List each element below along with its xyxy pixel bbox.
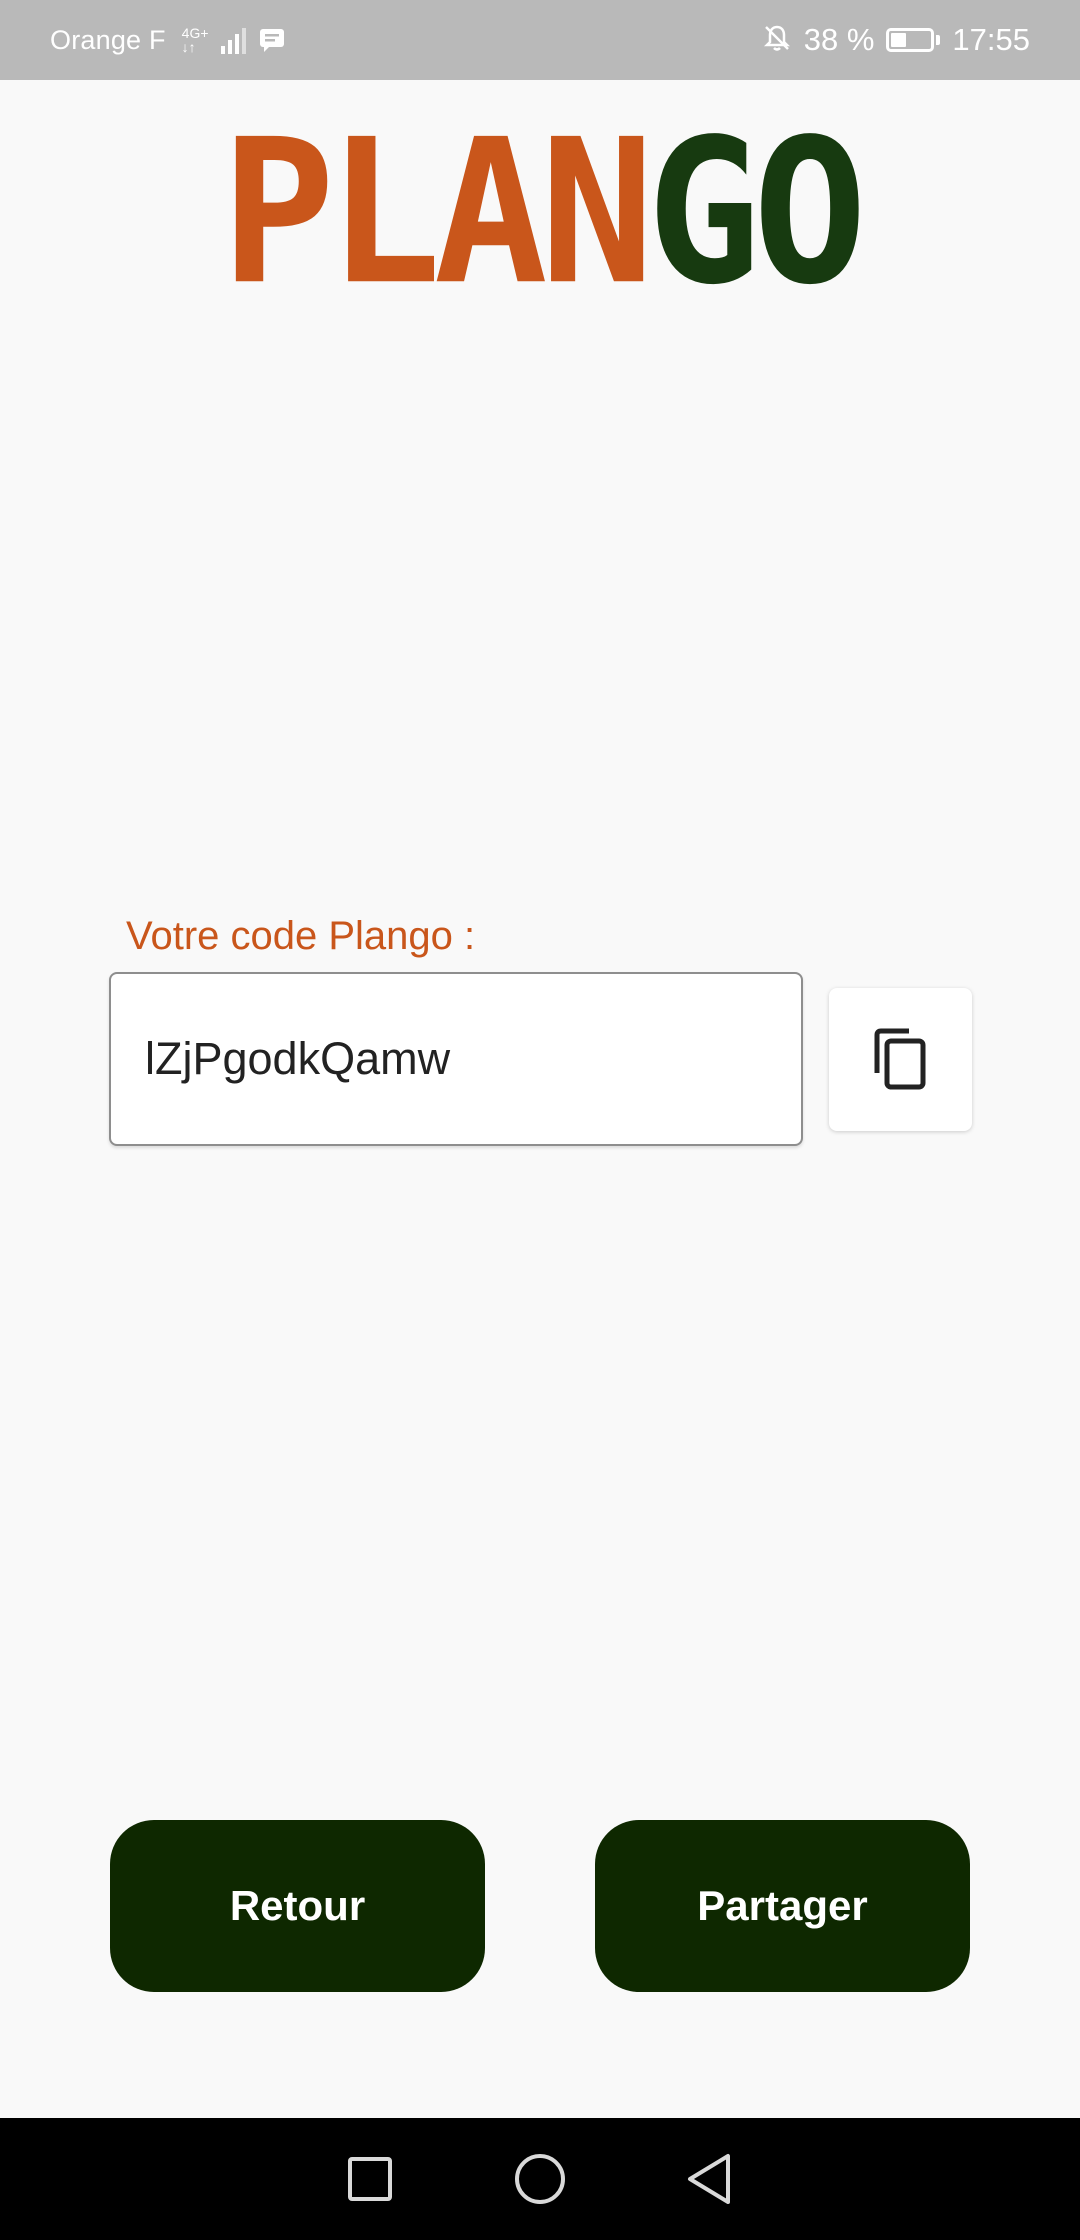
plango-code-screen: Orange F 4G+ ↓↑ 38 % 17:55 PLAN GO Votre… — [0, 0, 1080, 2240]
battery-icon — [886, 28, 941, 52]
network-activity: ↓↑ — [181, 39, 196, 55]
clock: 17:55 — [952, 22, 1030, 57]
copy-button[interactable] — [829, 988, 972, 1131]
plango-logo: PLAN GO — [215, 96, 867, 329]
logo-text-plan: PLAN — [220, 96, 655, 329]
recents-button[interactable] — [340, 2149, 400, 2209]
system-navigation-bar — [0, 2118, 1080, 2240]
code-field[interactable]: lZjPgodkQamw — [109, 972, 803, 1146]
network-type: 4G+ — [181, 25, 209, 41]
carrier-name: Orange F — [50, 24, 166, 55]
message-notification-icon — [258, 27, 286, 53]
status-left: Orange F 4G+ ↓↑ — [50, 25, 286, 56]
copy-icon — [874, 1028, 925, 1089]
home-button[interactable] — [510, 2149, 570, 2209]
back-button[interactable]: Retour — [110, 1820, 485, 1992]
nav-back-button[interactable] — [680, 2149, 740, 2209]
circle-home-icon — [515, 2154, 565, 2204]
square-recents-icon — [348, 2157, 392, 2201]
share-button[interactable]: Partager — [595, 1820, 970, 1992]
triangle-back-icon — [688, 2154, 730, 2204]
code-label: Votre code Plango : — [126, 914, 476, 958]
logo-text-go: GO — [646, 96, 867, 329]
notifications-muted-icon — [762, 23, 792, 58]
battery-fill — [891, 33, 906, 47]
battery-percent: 38 % — [803, 22, 875, 57]
signal-strength-icon — [220, 26, 246, 54]
status-bar: Orange F 4G+ ↓↑ 38 % 17:55 — [0, 0, 1080, 80]
status-right: 38 % 17:55 — [762, 22, 1030, 58]
network-type-badge: 4G+ ↓↑ — [182, 26, 209, 54]
